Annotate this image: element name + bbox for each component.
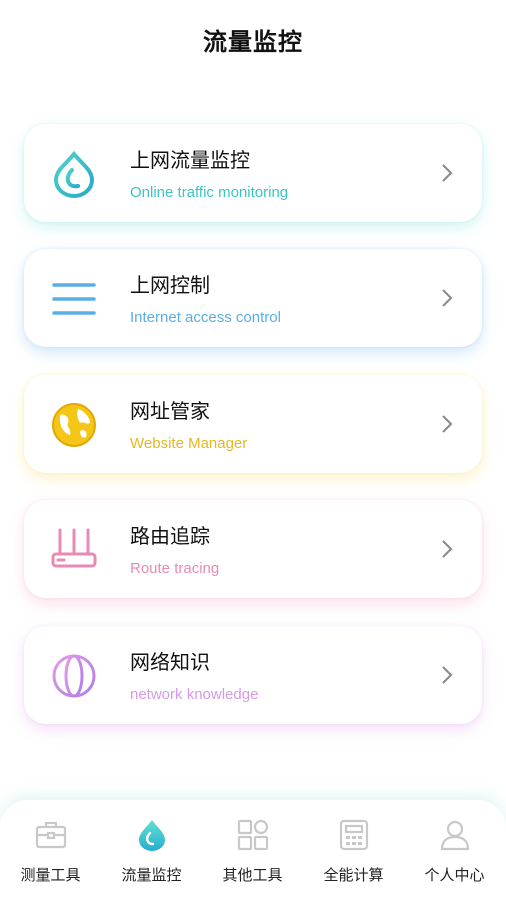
chevron-right-icon xyxy=(440,162,454,184)
bottom-tab-bar: 测量工具 流量监控 其他工具 全能计算 个人中心 xyxy=(0,800,506,900)
chevron-right-icon xyxy=(440,664,454,686)
menu-lines-icon xyxy=(50,275,98,323)
toolbox-icon xyxy=(35,821,67,849)
chevron-right-icon xyxy=(440,538,454,560)
menu-item-title: 上网流量监控 xyxy=(130,148,250,172)
tab-measure-tools[interactable]: 测量工具 xyxy=(0,800,101,900)
menu-item-title: 上网控制 xyxy=(130,273,210,297)
calculator-icon xyxy=(339,819,369,851)
menu-item-title: 路由追踪 xyxy=(130,524,210,548)
tab-traffic-monitor[interactable]: 流量监控 xyxy=(101,800,202,900)
menu-item-subtitle: Route tracing xyxy=(130,560,220,577)
menu-item-subtitle: Internet access control xyxy=(130,309,281,326)
tab-calculator[interactable]: 全能计算 xyxy=(303,800,404,900)
chevron-right-icon xyxy=(440,287,454,309)
tab-label: 全能计算 xyxy=(323,866,384,884)
menu-item-title: 网址管家 xyxy=(130,399,210,423)
network-globe-icon xyxy=(50,652,98,700)
tab-profile[interactable]: 个人中心 xyxy=(404,800,505,900)
chevron-right-icon xyxy=(440,413,454,435)
menu-item-subtitle: network knowledge xyxy=(130,686,259,703)
tab-label: 测量工具 xyxy=(20,866,81,884)
router-icon xyxy=(50,526,98,574)
menu-item-network-knowledge[interactable]: 网络知识 network knowledge xyxy=(24,626,482,724)
menu-item-subtitle: Online traffic monitoring xyxy=(130,184,289,201)
tab-label: 其他工具 xyxy=(222,866,283,884)
menu-item-title: 网络知识 xyxy=(130,650,210,674)
water-drop-icon xyxy=(139,820,165,851)
water-drop-icon xyxy=(50,150,98,198)
menu-item-route-tracing[interactable]: 路由追踪 Route tracing xyxy=(24,500,482,598)
tab-label: 流量监控 xyxy=(121,866,182,884)
menu-item-subtitle: Website Manager xyxy=(130,435,248,452)
tab-other-tools[interactable]: 其他工具 xyxy=(202,800,303,900)
apps-grid-icon xyxy=(237,819,269,851)
page-title: 流量监控 xyxy=(203,28,303,56)
menu-item-website-manager[interactable]: 网址管家 Website Manager xyxy=(24,375,482,473)
user-icon xyxy=(440,820,470,851)
globe-icon xyxy=(50,401,98,449)
tab-label: 个人中心 xyxy=(424,866,485,884)
menu-item-traffic-monitoring[interactable]: 上网流量监控 Online traffic monitoring xyxy=(24,124,482,222)
menu-item-access-control[interactable]: 上网控制 Internet access control xyxy=(24,249,482,347)
